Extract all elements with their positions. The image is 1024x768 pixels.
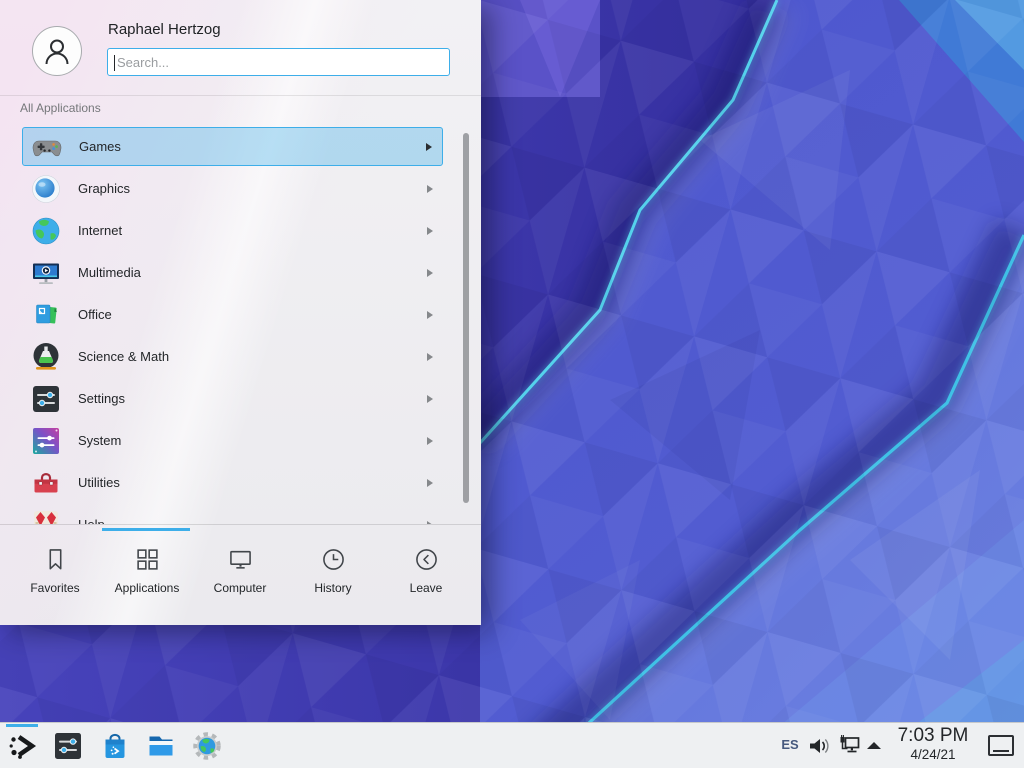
favorites-icon (43, 547, 68, 572)
tab-label: Computer (214, 581, 267, 595)
section-label: All Applications (20, 101, 101, 115)
tab-favorites[interactable]: Favorites (13, 541, 97, 617)
category-label: Games (79, 139, 426, 154)
category-row-office[interactable]: Office (22, 295, 443, 334)
active-tab-indicator (102, 528, 190, 531)
category-row-science[interactable]: Science & Math (22, 337, 443, 376)
category-label: Office (78, 307, 427, 322)
digital-clock[interactable]: 7:03 PM 4/24/21 (886, 726, 980, 762)
header-separator (0, 95, 481, 96)
help-icon (30, 509, 62, 525)
tab-label: Leave (410, 581, 443, 595)
settings-icon (30, 383, 62, 415)
submenu-arrow-icon (427, 353, 433, 361)
utilities-icon (30, 467, 62, 499)
category-row-help[interactable]: Help (22, 505, 443, 524)
applications-icon (135, 547, 160, 572)
internet-icon (30, 215, 62, 247)
category-row-graphics[interactable]: Graphics (22, 169, 443, 208)
launcher-active-indicator (6, 724, 38, 727)
tab-label: Favorites (30, 581, 79, 595)
application-category-list: Games Graphics Internet (0, 127, 481, 524)
category-label: Multimedia (78, 265, 427, 280)
show-desktop-icon (993, 750, 1009, 752)
file-manager-button[interactable] (146, 731, 176, 761)
science-icon (30, 341, 62, 373)
category-label: Settings (78, 391, 427, 406)
launcher-footer-tabs: Favorites Applications Computer (0, 533, 481, 625)
category-label: Graphics (78, 181, 427, 196)
history-icon (321, 547, 346, 572)
multimedia-icon (30, 257, 62, 289)
application-launcher-button[interactable] (7, 731, 37, 761)
tab-leave[interactable]: Leave (384, 541, 468, 617)
discover-button[interactable] (100, 731, 130, 761)
system-settings-button[interactable] (53, 731, 83, 761)
category-row-games[interactable]: Games (22, 127, 443, 166)
web-browser-button[interactable] (192, 731, 222, 761)
category-row-system[interactable]: System (22, 421, 443, 460)
submenu-arrow-icon (427, 311, 433, 319)
submenu-arrow-icon (427, 227, 433, 235)
list-scrollbar[interactable] (463, 133, 469, 503)
category-label: Science & Math (78, 349, 427, 364)
keyboard-layout-indicator[interactable]: ES (777, 737, 803, 752)
category-label: Internet (78, 223, 427, 238)
submenu-arrow-icon (427, 269, 433, 277)
submenu-arrow-icon (426, 143, 432, 151)
submenu-arrow-icon (427, 185, 433, 193)
user-avatar[interactable] (32, 26, 82, 76)
search-field[interactable] (107, 48, 450, 76)
taskbar-panel: ES 7:03 PM 4/24/21 (0, 722, 1024, 768)
search-input[interactable] (108, 49, 449, 75)
user-name: Raphael Hertzog (108, 21, 221, 38)
tab-label: History (314, 581, 351, 595)
tab-history[interactable]: History (291, 541, 375, 617)
submenu-arrow-icon (427, 437, 433, 445)
tab-label: Applications (115, 581, 180, 595)
submenu-arrow-icon (427, 479, 433, 487)
category-label: System (78, 433, 427, 448)
user-icon (40, 34, 74, 68)
submenu-arrow-icon (427, 395, 433, 403)
desktop: Raphael Hertzog All Applications Game (0, 0, 1024, 768)
show-desktop-button[interactable] (988, 735, 1014, 756)
application-launcher-menu: Raphael Hertzog All Applications Game (0, 0, 481, 625)
clock-date: 4/24/21 (886, 748, 980, 762)
system-icon (30, 425, 62, 457)
graphics-icon (30, 173, 62, 205)
category-row-utilities[interactable]: Utilities (22, 463, 443, 502)
category-label: Help (78, 517, 427, 524)
clock-time: 7:03 PM (886, 726, 980, 745)
leave-icon (414, 547, 439, 572)
network-icon[interactable] (838, 734, 862, 758)
volume-icon[interactable] (806, 734, 832, 758)
games-icon (31, 131, 63, 163)
footer-separator (0, 524, 481, 525)
expand-tray-icon[interactable] (866, 741, 882, 750)
category-row-settings[interactable]: Settings (22, 379, 443, 418)
tab-applications[interactable]: Applications (105, 541, 189, 617)
tab-computer[interactable]: Computer (198, 541, 282, 617)
category-row-internet[interactable]: Internet (22, 211, 443, 250)
office-icon (30, 299, 62, 331)
computer-icon (228, 547, 253, 572)
category-label: Utilities (78, 475, 427, 490)
category-row-multimedia[interactable]: Multimedia (22, 253, 443, 292)
